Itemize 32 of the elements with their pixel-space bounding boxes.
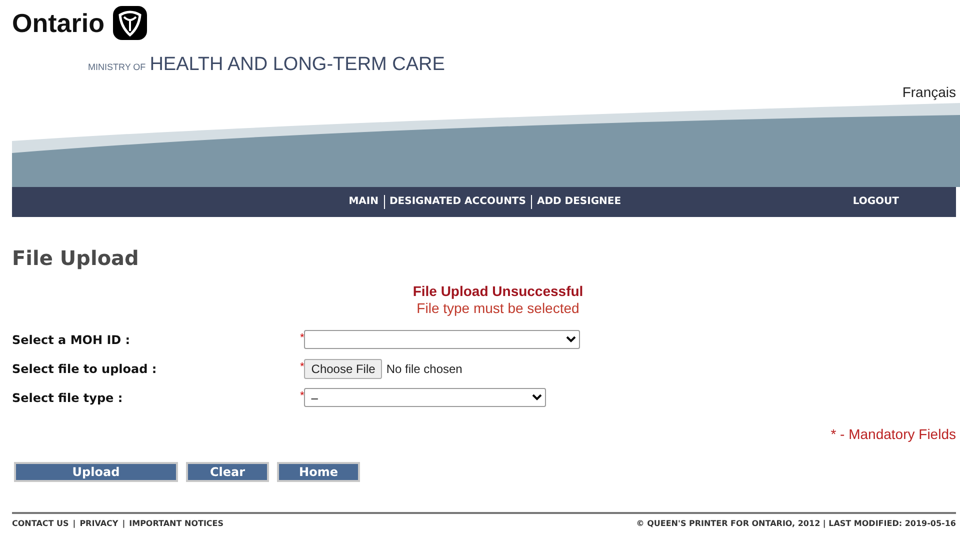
mandatory-note: * - Mandatory Fields	[830, 424, 956, 444]
error-message: File type must be selected	[416, 300, 580, 316]
language-link[interactable]: Français	[902, 82, 956, 102]
action-button[interactable]: Clear	[186, 462, 269, 482]
dropdown-field[interactable]: –	[304, 388, 546, 407]
dropdown-field[interactable]	[304, 330, 580, 349]
field-label: Select file to upload :	[12, 360, 158, 378]
action-button[interactable]: Home	[277, 462, 360, 482]
footer-link[interactable]: CONTACT US	[12, 518, 69, 530]
nav-link-item[interactable]: DESIGNATED ACCOUNTS	[384, 194, 531, 208]
footer-link[interactable]: PRIVACY	[80, 518, 118, 530]
ministry-prefix: MINISTRY OF	[88, 61, 146, 74]
required-mark: *	[300, 330, 304, 346]
nav-link-item[interactable]: ADD DESIGNEE	[530, 194, 626, 208]
footer-separator: |	[122, 518, 126, 530]
action-button[interactable]: Upload	[14, 462, 178, 482]
field-label: Select a MOH ID :	[12, 332, 132, 348]
file-status: No file chosen	[386, 360, 462, 378]
required-mark: *	[300, 388, 304, 404]
field-label: Select file type :	[12, 390, 124, 406]
ministry-name: HEALTH AND LONG-TERM CARE	[150, 53, 445, 77]
required-mark: *	[300, 360, 304, 374]
choose-file-button[interactable]: Choose File	[304, 358, 382, 378]
footer-separator: |	[72, 518, 76, 530]
logout-link[interactable]: LOGOUT	[848, 194, 904, 208]
logo-text: Ontario	[12, 10, 104, 36]
page-title: File Upload	[12, 244, 140, 272]
nav-link-item[interactable]: MAIN	[344, 194, 384, 208]
copyright-text: © QUEEN'S PRINTER FOR ONTARIO, 2012 | LAST MODIFIED: 2019-05-16	[636, 518, 956, 530]
trillium-logo-icon	[112, 5, 148, 41]
footer-link[interactable]: IMPORTANT NOTICES	[129, 518, 224, 530]
error-title: File Upload Unsuccessful	[412, 282, 584, 300]
